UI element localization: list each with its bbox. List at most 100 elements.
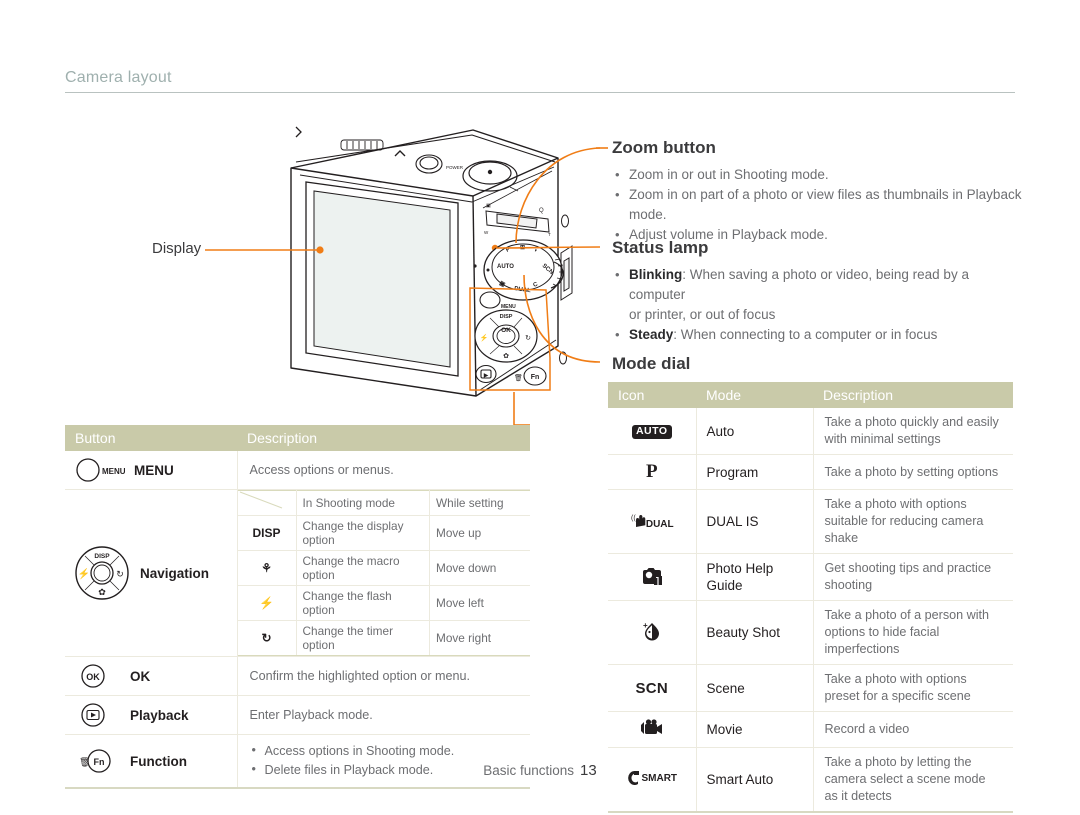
bullet-text: When connecting to a computer or in focu…: [680, 327, 938, 342]
ok-button-icon: OK: [81, 664, 105, 688]
subtable-col-setting: While setting: [429, 490, 530, 516]
button-label: MENU: [134, 462, 174, 478]
mode-name: DUAL IS: [696, 489, 814, 554]
camera-illustration: POWER ▣ Q W T P ⊞ ◑ AUTO SCN ▣ DUAL C ME…: [290, 126, 573, 397]
svg-text:▶: ▶: [484, 373, 489, 379]
button-icon-cell: Playback: [65, 695, 238, 735]
subtable-row: DISP Change the display option Move up: [237, 515, 530, 551]
status-lamp-callout: Status lamp • Blinking: When saving a ph…: [612, 237, 1022, 345]
mode-description: Take a photo with options preset for a s…: [813, 664, 1013, 712]
button-icon-cell: OK OK: [65, 656, 238, 696]
subtable-setting-text: Move down: [429, 550, 530, 586]
table-row: OK OK Confirm the highlighted option or …: [65, 656, 530, 696]
list-item: • Steady: When connecting to a computer …: [612, 325, 1022, 345]
mode-name: Movie: [696, 711, 814, 748]
svg-text:Q: Q: [539, 208, 544, 214]
svg-text:OK: OK: [501, 327, 511, 334]
svg-text:⚡: ⚡: [480, 333, 489, 342]
svg-text:⊞: ⊞: [520, 245, 525, 251]
mode-name: Scene: [696, 664, 814, 712]
mode-dial-table: Icon Mode Description AUTO Auto Take a p…: [608, 382, 1013, 813]
svg-text:OK: OK: [86, 672, 100, 682]
page-number: 13: [580, 762, 597, 779]
bullet-sep: :: [673, 327, 681, 342]
bullet-icon: •: [251, 743, 256, 757]
subtable-header-row: In Shooting mode While setting: [237, 490, 530, 516]
table-header-row: Button Description: [65, 425, 530, 451]
button-description: Enter Playback mode.: [237, 695, 530, 735]
list-item: • Access options in Shooting mode.: [250, 742, 521, 761]
bullet-icon: •: [615, 267, 620, 282]
beauty-shot-mode-icon: +: [643, 621, 659, 641]
button-label: Playback: [130, 707, 189, 723]
bullet-text: or printer, or out of focus: [629, 307, 776, 322]
table-row: DISP ⚡ ↻ ✿ Navigation In Shooting mode W…: [65, 489, 530, 657]
table-row: (( DUAL DUAL IS Take a photo with option…: [608, 489, 1013, 554]
svg-text:T: T: [548, 232, 551, 237]
subtable-row: ↻ Change the timer option Move right: [237, 620, 530, 656]
table-row: AUTO Auto Take a photo quickly and easil…: [608, 408, 1013, 455]
subtable-col-shooting: In Shooting mode: [296, 490, 430, 516]
table-row: Playback Enter Playback mode.: [65, 695, 530, 735]
subtable-shooting-text: Change the display option: [296, 515, 430, 551]
navigation-pad-icon: DISP ⚡ ↻ ✿: [75, 546, 129, 600]
mode-description: Take a photo by setting options: [813, 454, 1013, 490]
svg-text:🗑: 🗑: [514, 373, 523, 382]
list-item: • Zoom in on part of a photo or view file…: [612, 185, 1022, 225]
mode-description: Take a photo of a person with options to…: [813, 600, 1013, 665]
mode-dial-callout: Mode dial: [612, 353, 690, 375]
mode-description: Record a video: [813, 711, 1013, 748]
button-icon-cell: MENU MENU: [65, 451, 238, 490]
table-row: Movie Record a video: [608, 711, 1013, 748]
subtable-shooting-text: Change the flash option: [296, 585, 430, 621]
playback-button-icon: [81, 703, 105, 727]
svg-text:✿: ✿: [503, 353, 509, 360]
bullet-icon: •: [615, 187, 620, 202]
table-row: MENU MENU Access options or menus.: [65, 451, 530, 490]
mode-icon-cell: SCN: [608, 664, 697, 712]
mode-icon-cell: +: [608, 600, 697, 665]
column-header-description: Description: [237, 425, 530, 451]
auto-mode-icon: AUTO: [631, 424, 672, 439]
svg-text:((: ((: [631, 515, 636, 522]
table-row: P Program Take a photo by setting option…: [608, 454, 1013, 490]
table-row: SCN Scene Take a photo with options pres…: [608, 664, 1013, 712]
movie-mode-icon: [640, 719, 662, 734]
subtable-setting-text: Move right: [429, 620, 530, 656]
macro-icon: ⚘: [237, 550, 297, 586]
mode-description: Take a photo with options suitable for r…: [813, 489, 1013, 554]
timer-icon: ↻: [237, 620, 297, 656]
mode-name: Smart Auto: [696, 747, 814, 813]
bullet-sep: :: [682, 267, 690, 282]
list-item: • Zoom in or out in Shooting mode.: [612, 165, 1022, 185]
dual-is-mode-icon: DUAL: [645, 519, 674, 530]
subtable-shooting-text: Change the macro option: [296, 550, 430, 586]
mode-icon-cell: P: [608, 454, 697, 490]
svg-text:✿: ✿: [98, 587, 106, 597]
subtable-setting-text: Move up: [429, 515, 530, 551]
mode-icon-cell: SMART: [608, 747, 697, 813]
mode-dial-title: Mode dial: [612, 354, 691, 373]
status-lamp-title: Status lamp: [612, 238, 709, 257]
diagonal-divider-icon: [239, 491, 282, 509]
page-title: Camera layout: [65, 69, 172, 86]
button-table: Button Description MENU MENU Access opti…: [65, 425, 530, 789]
navigation-subtable: In Shooting mode While setting DISP Chan…: [237, 490, 530, 656]
display-callout-label: Display: [152, 240, 202, 257]
subtable-row: ⚘ Change the macro option Move down: [237, 550, 530, 586]
table-row: SMART Smart Auto Take a photo by letting…: [608, 747, 1013, 813]
bullet-text: Zoom in on part of a photo or view files…: [629, 187, 1022, 222]
list-item-continuation: or printer, or out of focus: [612, 305, 1022, 325]
button-description: Access options or menus.: [237, 451, 530, 490]
status-lamp-bullets: • Blinking: When saving a photo or video…: [612, 265, 1022, 345]
subtable-shooting-text: Change the timer option: [296, 620, 430, 656]
column-header-icon: Icon: [608, 382, 696, 408]
svg-text:▣: ▣: [486, 203, 491, 209]
page-footer: Basic functions 13: [0, 762, 1080, 779]
list-item: • Blinking: When saving a photo or video…: [612, 265, 1022, 305]
svg-text:DISP: DISP: [500, 314, 513, 320]
flash-icon: ⚡: [237, 585, 297, 621]
bullet-text: Access options in Shooting mode.: [264, 744, 455, 758]
svg-text:MENU: MENU: [102, 467, 125, 476]
mode-name: Photo Help Guide: [696, 553, 814, 601]
